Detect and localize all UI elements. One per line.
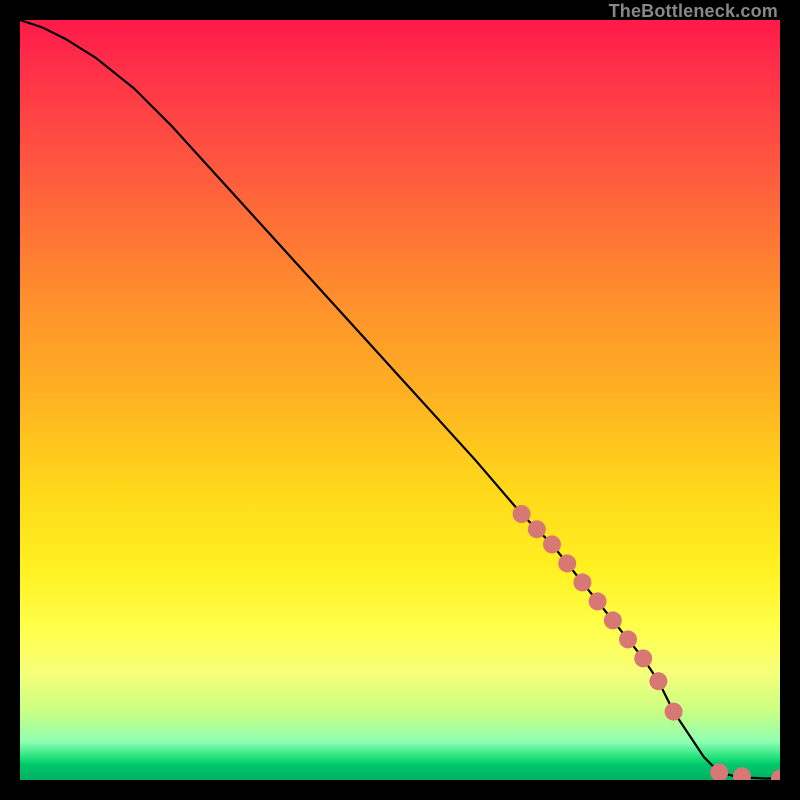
chart-svg [20,20,780,780]
data-marker [634,649,652,667]
chart-frame: TheBottleneck.com [0,0,800,800]
data-marker [589,592,607,610]
data-marker [528,520,546,538]
data-marker [573,573,591,591]
data-marker [771,769,780,780]
data-marker [558,554,576,572]
data-marker [665,703,683,721]
data-marker [619,630,637,648]
data-marker [543,535,561,553]
data-marker [604,611,622,629]
attribution-text: TheBottleneck.com [609,1,778,22]
data-marker [513,505,531,523]
data-marker [649,672,667,690]
marker-group [513,505,780,780]
plot-area [20,20,780,780]
curve-line [20,20,780,778]
data-marker [733,767,751,780]
